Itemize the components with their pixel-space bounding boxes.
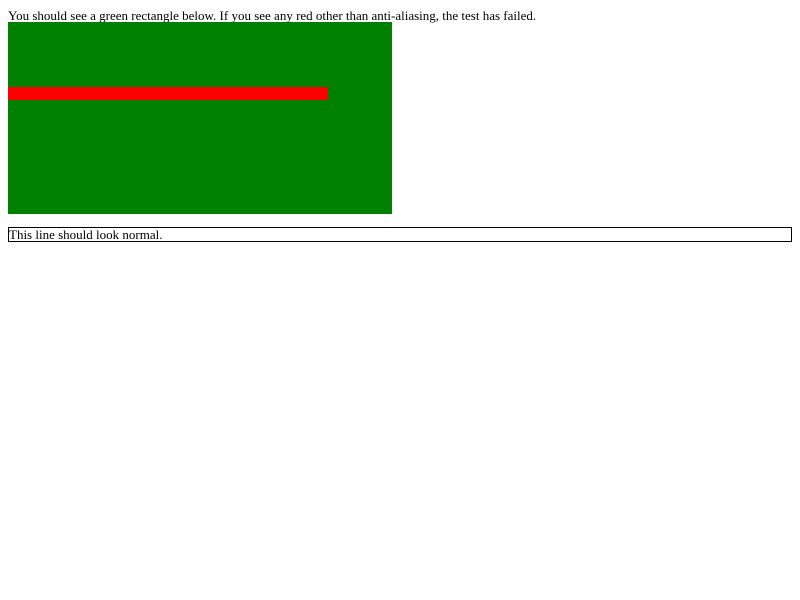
- normal-line-box: This line should look normal.: [8, 227, 792, 242]
- red-bar: [8, 87, 328, 100]
- green-rectangle: [8, 22, 392, 214]
- instruction-text: You should see a green rectangle below. …: [8, 8, 537, 23]
- normal-line-text: This line should look normal.: [9, 227, 163, 242]
